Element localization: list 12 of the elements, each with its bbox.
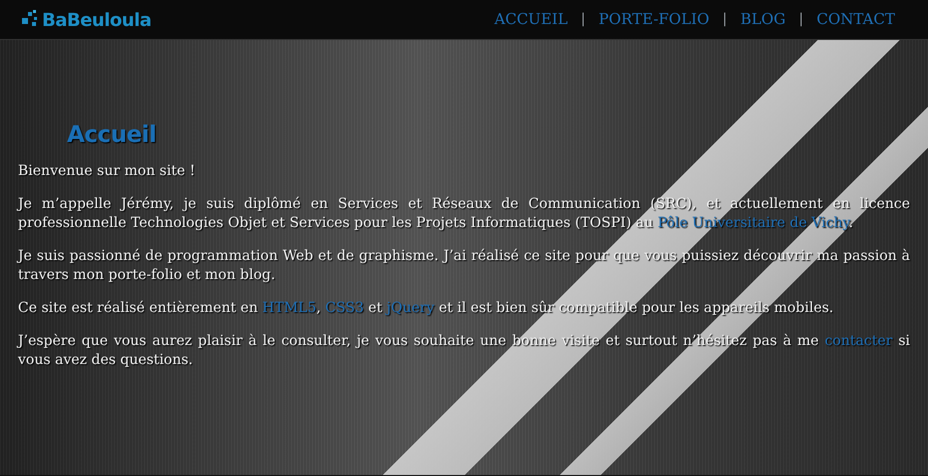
nav-link[interactable]: PORTE-FOLIO (598, 8, 710, 31)
paragraph: Bienvenue sur mon site ! (18, 162, 196, 181)
nav-link[interactable]: ACCUEIL (494, 8, 568, 31)
nav-link[interactable]: CONTACT (816, 8, 895, 31)
nav-separator: | (582, 10, 585, 30)
nav-separator: | (800, 10, 803, 30)
logo-text[interactable]: BaBeuloula (42, 12, 152, 30)
nav-link[interactable]: BLOG (740, 8, 786, 31)
page-title: Accueil (67, 122, 158, 150)
text-link[interactable]: contacter (824, 332, 892, 349)
text-link[interactable]: HTML5 (262, 300, 316, 316)
nav-separator: | (723, 10, 726, 30)
